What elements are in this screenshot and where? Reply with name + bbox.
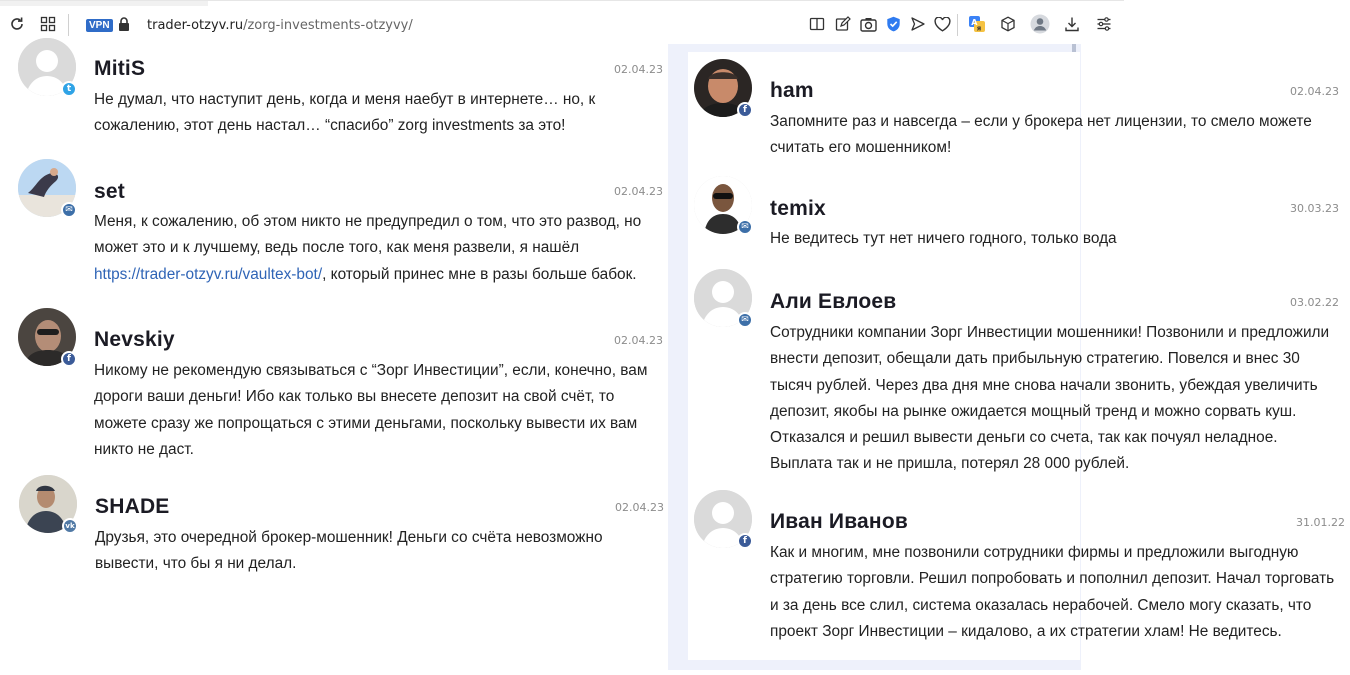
avatar: t [18,38,77,97]
url-host: trader-otzyv.ru [147,18,244,33]
edit-icon[interactable] [833,14,853,34]
comment-text-line: внести депозит, обещали дать прибыльную … [770,350,1300,368]
comment-text: Сотрудники компании Зорг Инвестиции моше… [770,320,1345,478]
avatar: ✉ [694,269,753,328]
facebook-icon: f [61,351,77,367]
comment-text-line: Не ведитесь тут нет ничего годного, толь… [770,230,1117,247]
comment-date: 02.04.23 [615,501,664,514]
svg-text:я: я [977,24,982,32]
comment-date: 03.02.22 [1290,296,1339,309]
comment-author: SHADE [95,495,170,518]
comment-author: Али Евлоев [770,290,897,313]
scroll-marker [1072,44,1076,52]
comment-text-line: тысяч рублей. Через два дня мне снова на… [770,376,1318,394]
comment-text-line: проект Зорг Инвестиции – кидалово, а их … [770,622,1282,640]
comment-text-line: считать его мошенником! [770,139,952,157]
profile-icon[interactable] [1030,14,1050,34]
comment-text: Друзья, это очередной брокер-мошенник! Д… [95,525,665,578]
comment-date: 31.01.22 [1296,516,1345,529]
comment-text: Не ведитесь тут нет ничего годного, толь… [770,226,1345,252]
reader-icon[interactable] [807,14,827,34]
avatar: f [18,308,77,367]
avatar: ✉ [694,176,753,235]
facebook-icon: f [737,102,753,118]
comment-text-line: сожалению, этот день настал… “спасибо” z… [94,117,566,135]
comment-text-line: депозит, якобы на рынке ожидается мощный… [770,402,1297,420]
comment-text-line: Как и многим, мне позвонили сотрудники ф… [770,544,1299,561]
comment-text: Запомните раз и навсегда – если у брокер… [770,109,1345,162]
comment-text-line: Отказался и решил вывести деньги со счет… [770,429,1278,447]
settings-icon[interactable] [1094,14,1114,34]
address-bar[interactable]: trader-otzyv.ru/zorg-investments-otzyvy/ [147,17,413,35]
send-icon[interactable] [908,14,928,34]
comment-text: Как и многим, мне позвонили сотрудники ф… [770,540,1345,645]
comment-text-line: можете сразу же попрощаться с этими день… [94,414,638,432]
toolbar-divider [0,0,1124,1]
comment-text-line: может это и к лучшему, ведь после того, … [94,239,580,257]
comment-author: Nevskiy [94,328,175,351]
comment-text: Никому не рекомендую связываться с “Зорг… [94,358,664,463]
comment-text-line: Друзья, это очередной брокер-мошенник! Д… [95,529,603,546]
box-icon[interactable] [998,14,1018,34]
avatar: ✉ [18,159,77,218]
comment-text-line: Не думал, что наступит день, когда и мен… [94,91,596,108]
reload-icon[interactable] [7,14,27,34]
comment-author: MitiS [94,57,146,80]
comment-date: 02.04.23 [614,185,663,198]
comment-date: 30.03.23 [1290,202,1339,215]
shield-icon[interactable] [883,14,903,34]
comment-text-line: Меня, к сожалению, об этом никто не пред… [94,213,642,230]
avatar: f [694,490,753,549]
comment-date: 02.04.23 [1290,85,1339,98]
toolbar-separator [68,14,69,36]
url-path: /zorg-investments-otzyvy/ [243,18,413,33]
comment-text-line: стратегию торговли. Решил попробовать и … [770,570,1335,588]
comment-text-line: Выплата так и не пришла, потерял 28 000 … [770,455,1130,473]
comment-date: 02.04.23 [614,334,663,347]
comment-link[interactable]: https://trader-otzyv.ru/vaultex-bot/ [94,266,322,283]
comment-text-line: Никому не рекомендую связываться с “Зорг… [94,362,648,379]
avatar: vk [19,475,78,534]
vpn-badge[interactable]: VPN [86,19,113,32]
comment-text-line: дороги ваши деньги! Ибо как только вы вн… [94,388,615,406]
comment-author: set [94,180,125,203]
toolbar-separator [957,14,958,36]
comment-date: 02.04.23 [614,63,663,76]
lock-icon[interactable] [114,14,134,34]
avatar: f [694,59,753,118]
comment-text-line: https://trader-otzyv.ru/vaultex-bot/, ко… [94,262,664,288]
comment-text-suffix: , который принес мне в разы больше бабок… [322,265,637,283]
mail-icon: ✉ [737,312,753,328]
translate-icon[interactable]: Aя [967,14,987,34]
grid-icon[interactable] [38,14,58,34]
download-icon[interactable] [1062,14,1082,34]
camera-icon[interactable] [858,14,878,34]
comment-text-line: никто не даст. [94,440,194,458]
comment-author: temix [770,197,826,220]
facebook-icon: f [737,533,753,549]
comment-text-line: Сотрудники компании Зорг Инвестиции моше… [770,324,1330,341]
twitter-icon: t [61,81,77,97]
mail-icon: ✉ [61,202,77,218]
comment-text: Меня, к сожалению, об этом никто не пред… [94,209,664,288]
mail-icon: ✉ [737,219,753,235]
comment-author: ham [770,79,814,102]
comment-author: Иван Иванов [770,510,908,533]
comment-text-line: вывести, что бы я ни делал. [95,555,297,573]
heart-icon[interactable] [932,14,952,34]
browser-toolbar: VPN trader-otzyv.ru/zorg-investments-otz… [0,0,1124,44]
comment-text-line: и за день все слил, система оказалась не… [770,596,1312,614]
comment-text: Не думал, что наступит день, когда и мен… [94,87,664,140]
comment-text-line: Запомните раз и навсегда – если у брокер… [770,113,1312,130]
vk-icon: vk [62,518,78,534]
